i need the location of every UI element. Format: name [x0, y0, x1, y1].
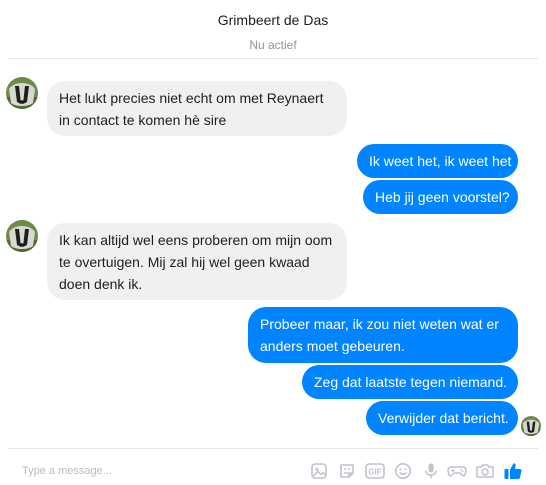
- outgoing-message[interactable]: Zeg dat laatste tegen niemand.: [302, 365, 518, 399]
- camera-button[interactable]: [474, 460, 496, 482]
- outgoing-message[interactable]: Heb jij geen voorstel?: [363, 180, 518, 214]
- message-line: Ik weet het, ik weet het: [369, 153, 512, 169]
- message-line: Zeg dat laatste tegen niemand.: [314, 374, 508, 390]
- games-button[interactable]: [446, 460, 468, 482]
- badger-avatar-icon: [6, 77, 38, 109]
- gif-label: GIF: [368, 468, 381, 477]
- emoji-sticker-button[interactable]: [336, 460, 358, 482]
- outgoing-message[interactable]: Probeer maar, ik zou niet weten wat er a…: [248, 307, 518, 363]
- message-line: doen denk ik.: [59, 276, 143, 292]
- header-divider: [8, 58, 538, 59]
- badger-avatar-icon: [521, 416, 541, 436]
- message-line: te overtuigen. Mij zal hij wel geen kwaa…: [59, 254, 310, 270]
- contact-name[interactable]: Grimbeert de Das: [0, 12, 546, 28]
- message-line: anders moet gebeuren.: [260, 338, 405, 354]
- thumbs-up-icon: [504, 463, 522, 479]
- like-button[interactable]: [502, 460, 524, 482]
- sticker-icon: [311, 463, 327, 479]
- message-line: Heb jij geen voorstel?: [375, 189, 510, 205]
- outgoing-message[interactable]: Ik weet het, ik weet het: [357, 144, 518, 178]
- conversation-header: Grimbeert de Das Nu actief: [0, 0, 546, 60]
- message-line: Verwijder dat bericht.: [378, 410, 509, 426]
- contact-avatar[interactable]: [6, 77, 38, 109]
- composer-divider: [8, 448, 538, 449]
- game-controller-icon: [447, 466, 467, 477]
- gif-button[interactable]: GIF: [364, 460, 386, 482]
- emoji-icon: [395, 463, 411, 479]
- incoming-message[interactable]: Ik kan altijd wel eens proberen om mijn …: [47, 223, 347, 300]
- sticker-button[interactable]: [308, 460, 330, 482]
- microphone-icon: [425, 463, 437, 479]
- message-line: Het lukt precies niet echt om met Reynae…: [59, 90, 324, 106]
- message-line: in contact te komen hè sire: [59, 112, 227, 128]
- seen-avatar: [521, 416, 541, 436]
- emoji-sticker-icon: [340, 464, 354, 478]
- message-input[interactable]: [22, 462, 282, 480]
- contact-avatar[interactable]: [6, 220, 38, 252]
- badger-avatar-icon: [6, 220, 38, 252]
- active-status: Nu actief: [249, 38, 297, 52]
- message-line: Probeer maar, ik zou niet weten wat er: [260, 316, 499, 332]
- incoming-message[interactable]: Het lukt precies niet echt om met Reynae…: [47, 81, 347, 136]
- emoji-button[interactable]: [392, 460, 414, 482]
- message-line: Ik kan altijd wel eens proberen om mijn …: [59, 232, 333, 248]
- gif-icon: GIF: [365, 463, 385, 479]
- outgoing-message[interactable]: Verwijder dat bericht.: [366, 401, 518, 435]
- camera-icon: [476, 464, 494, 478]
- voice-button[interactable]: [420, 460, 442, 482]
